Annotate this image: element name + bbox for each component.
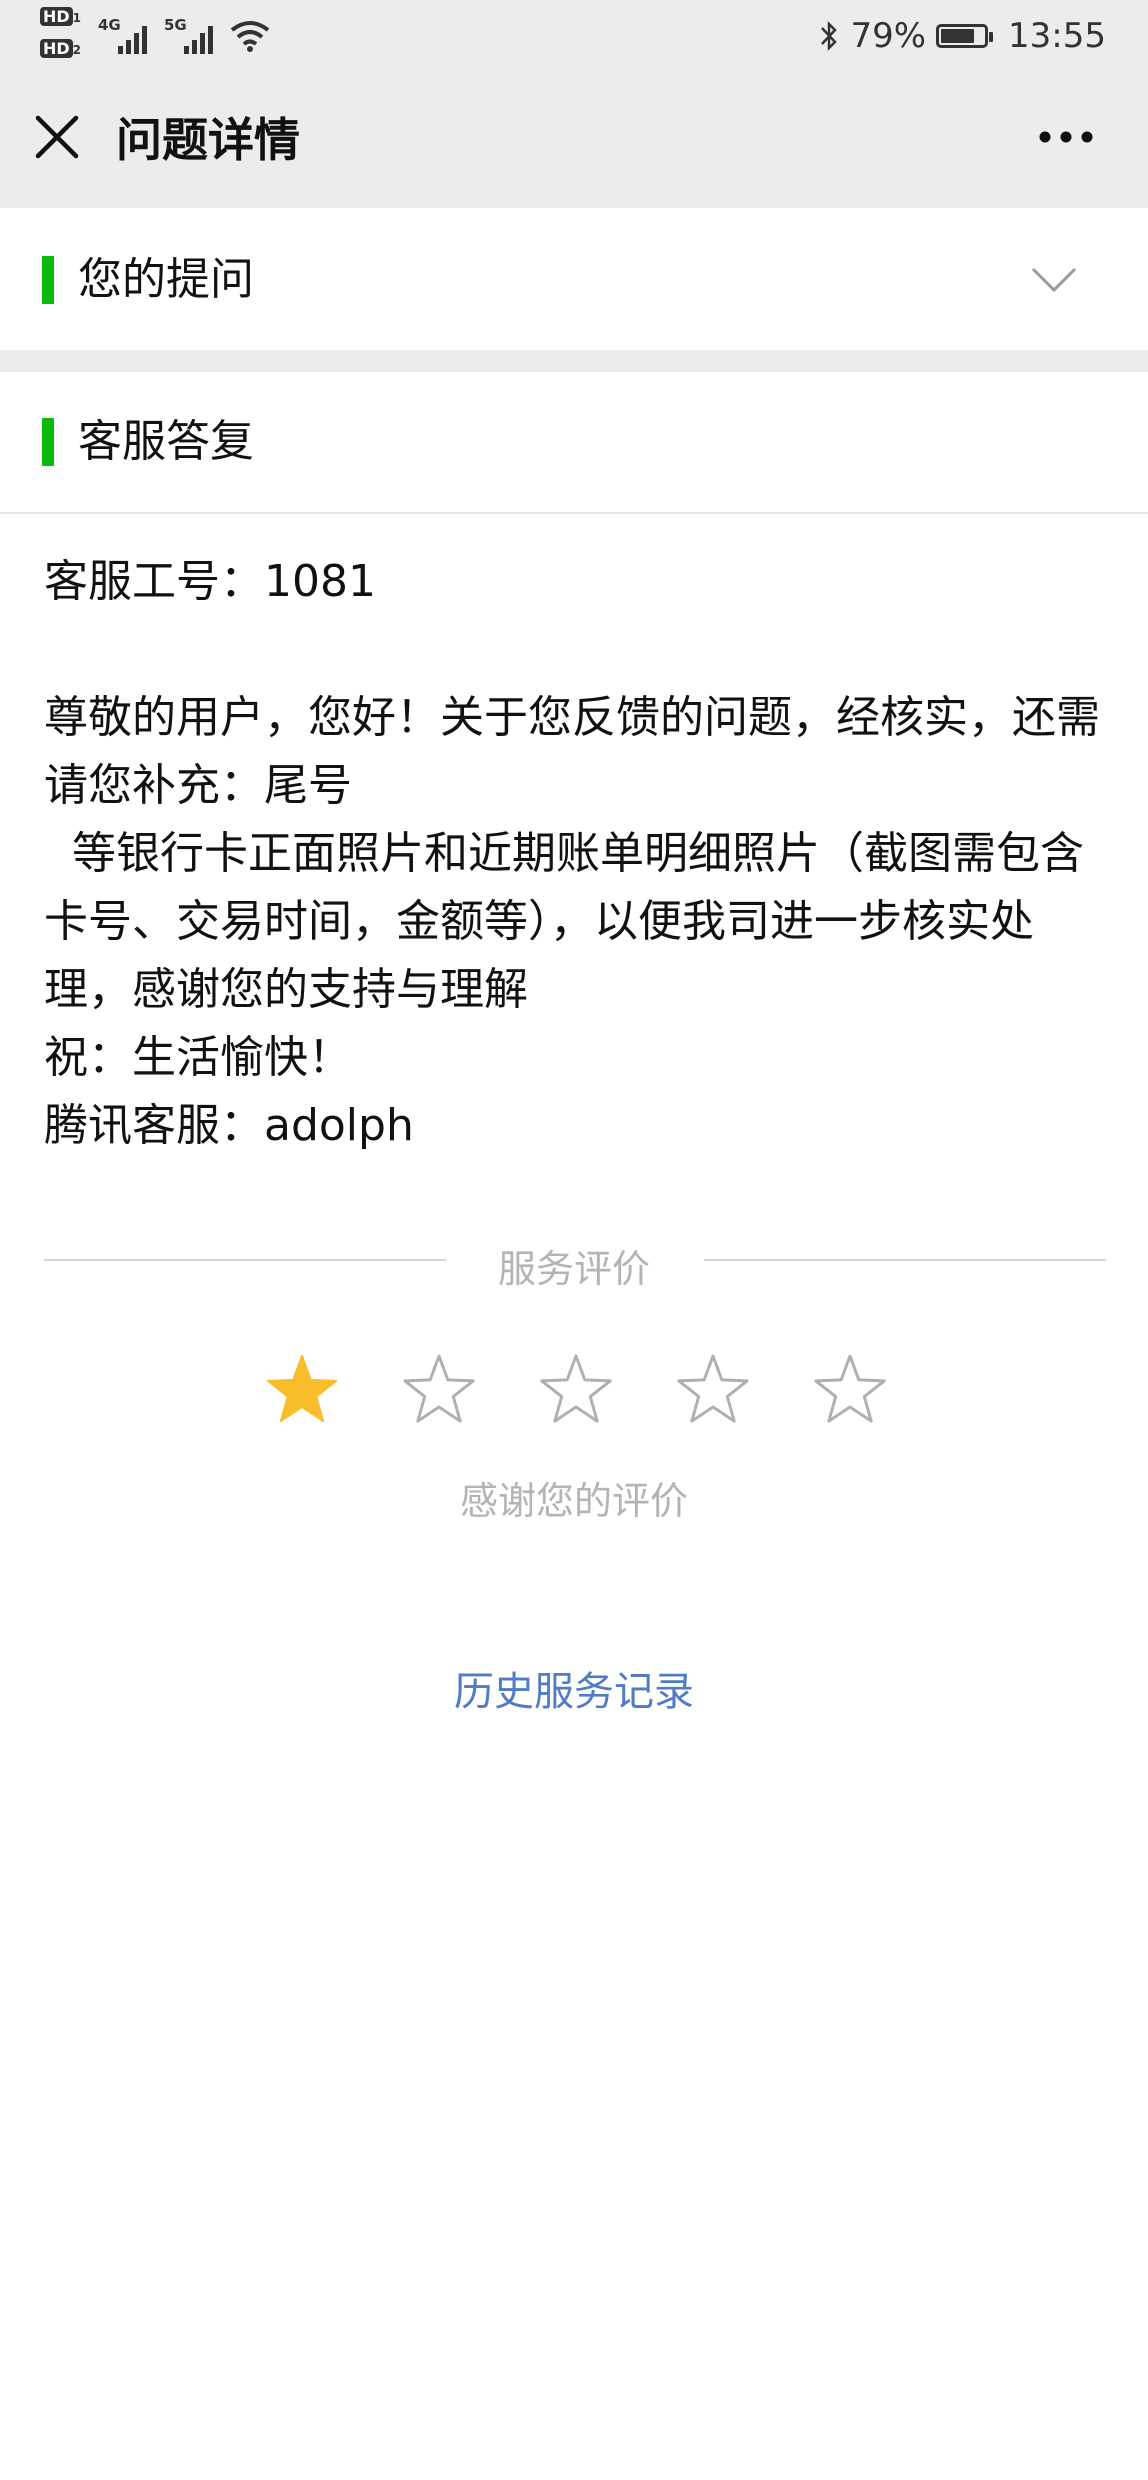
page-title: 问题详情 [116,113,300,167]
star-empty-icon[interactable] [399,1350,479,1430]
status-bar: HD 1 HD 2 4G 5G 79% 13:55 [0,0,1148,72]
signal-icon [118,26,147,54]
reply-section-title: 客服答复 [78,416,254,467]
reply-section: 客服答复 [0,372,1148,514]
clock: 13:55 [1008,16,1106,56]
reply-signature: 腾讯客服：adolph [44,1100,414,1151]
battery-percent: 79% [850,16,927,56]
history-service-link[interactable]: 历史服务记录 [0,1665,1148,1719]
signal-icon-2 [184,26,213,54]
chevron-down-icon[interactable] [1030,266,1078,294]
star-rating[interactable] [262,1350,892,1430]
star-empty-icon[interactable] [536,1350,616,1430]
star-filled-icon[interactable] [262,1350,342,1430]
status-right: 79% 13:55 [818,14,1106,58]
wifi-icon [230,21,270,52]
sim1-label: HD 1 [40,6,81,27]
reply-greeting: 祝：生活愉快！ [44,1032,352,1083]
question-section[interactable]: 您的提问 [0,208,1148,350]
agent-id: 客服工号：1081 [44,556,376,607]
battery-fill [941,29,975,43]
sim2-label: HD 2 [40,38,81,59]
bluetooth-icon [821,20,838,52]
section-accent-bar [42,256,54,304]
star-empty-icon[interactable] [673,1350,753,1430]
battery-icon [936,24,994,48]
rating-label: 服务评价 [497,1247,650,1291]
section-gap [0,350,1148,372]
nav-bar: 问题详情 [0,72,1148,208]
close-icon[interactable] [30,110,84,164]
rating-thanks: 感谢您的评价 [459,1479,688,1523]
question-section-title: 您的提问 [78,254,254,305]
more-icon[interactable] [1038,130,1094,144]
reply-paragraph-1: 尊敬的用户，您好！关于您反馈的问题，经核实，还需请您补充：尾号 [44,692,1100,811]
star-empty-icon[interactable] [810,1350,890,1430]
section-accent-bar [42,418,54,466]
reply-body: 客服工号：1081 尊敬的用户，您好！关于您反馈的问题，经核实，还需请您补充：尾… [44,548,1110,1160]
reply-paragraph-2: 等银行卡正面照片和近期账单明细照片（截图需包含卡号、交易时间，金额等），以便我司… [44,828,1084,1015]
